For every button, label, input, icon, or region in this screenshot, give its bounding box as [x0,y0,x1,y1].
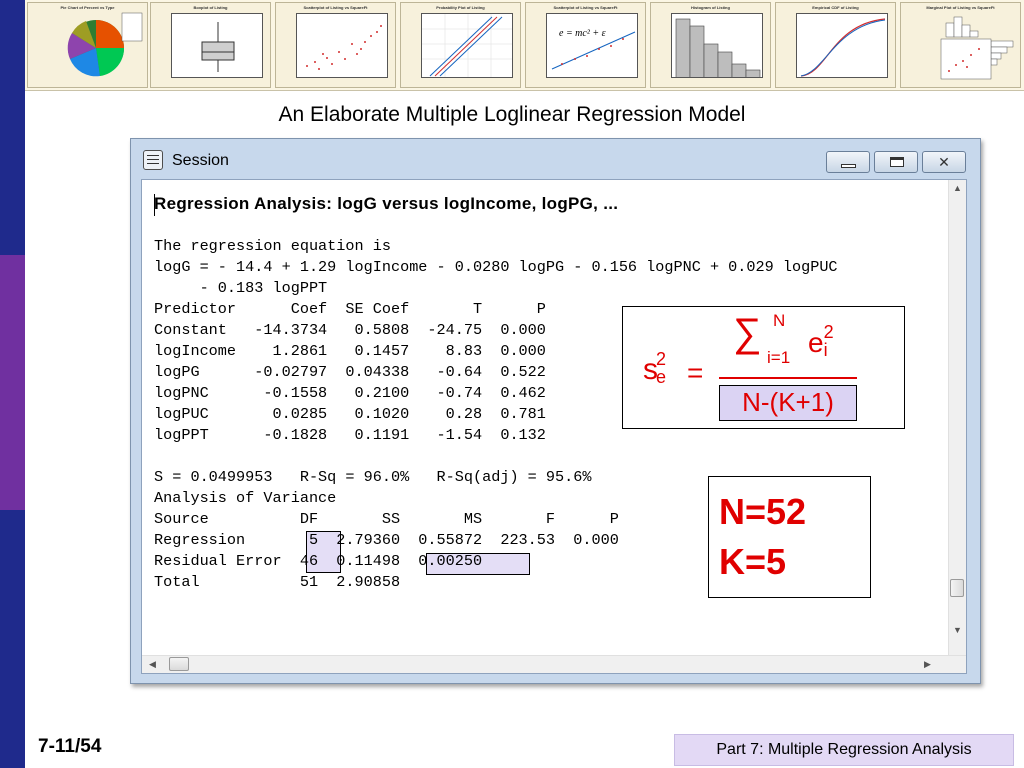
coef-row: logIncome 1.2861 0.1457 8.83 0.000 [154,342,546,360]
boxplot-graphic [201,22,235,72]
thumbnail-histogram: Histogram of Listing [650,2,771,88]
scroll-up-icon[interactable]: ▲ [953,184,962,193]
output-heading: Regression Analysis: logG versus logInco… [154,194,619,213]
equation-line-1: logG = - 14.4 + 1.29 logIncome - 0.0280 … [154,258,838,276]
scroll-left-icon[interactable]: ◀ [149,660,156,669]
equation-line-2: - 0.183 logPPT [154,279,328,297]
anova-row: Residual Error 46 0.11498 0.00250 [154,552,483,570]
summation-upper: N [773,311,786,330]
anova-title: Analysis of Variance [154,489,337,507]
thumbnail-title: Boxplot of Listing [193,5,228,10]
formula-denominator: N-(K+1) [719,385,857,421]
residual-term: e2i [808,322,834,360]
thumbnail-empirical-cdf: Empirical CDF of Listing [775,2,896,88]
thumbnail-scatterplot: Scatterplot of Listing vs SquareFt [275,2,396,88]
horizontal-scrollbar[interactable]: ◀ ▶ [142,655,966,673]
coef-row: logPNC -0.1558 0.2100 -0.74 0.462 [154,384,546,402]
pie-chart-graphic [67,12,143,77]
coef-row: logPG -0.02797 0.04338 -0.64 0.522 [154,363,546,381]
horizontal-scroll-thumb[interactable] [169,657,189,671]
thumbnail-title: Histogram of Listing [691,5,730,10]
coef-row: logPPT -0.1828 0.1191 -1.54 0.132 [154,426,546,444]
scroll-down-icon[interactable]: ▼ [953,626,962,635]
thumbnail-title: Empirical CDF of Listing [812,5,859,10]
window-title: Session [172,152,229,169]
thumbnail-title: Probability Plot of Listing [436,5,485,10]
maximize-button[interactable] [874,151,918,173]
left-stripe-middle [0,255,25,510]
minimize-button[interactable] [826,151,870,173]
minimize-icon [841,164,856,168]
svg-text:e = mc² + ε: e = mc² + ε [559,28,606,39]
scatter-fit-graphic: e = mc² + ε [551,28,636,70]
thumbnail-title: Scatterplot of Listing vs SquareFt [553,5,618,10]
left-stripe-top [0,0,25,255]
cdf-graphic [800,18,886,77]
fraction-bar [719,377,857,379]
slide-number: 7-11/54 [38,736,102,757]
thumbnail-boxplot: Boxplot of Listing [150,2,271,88]
summation-lower: i=1 [767,348,791,367]
vertical-scroll-thumb[interactable] [950,579,964,597]
thumbnail-strip: Pie Chart of Percent vs Type Boxplot of … [25,0,1024,91]
k-value: K=5 [719,541,787,582]
thumbnail-marginal-plot: Marginal Plot of Listing vs SquareFt [900,2,1021,88]
thumbnail-scatterplot-fit: Scatterplot of Listing vs SquareFt e = m… [525,2,646,88]
thumbnail-pie-chart: Pie Chart of Percent vs Type [27,2,148,88]
marginal-plot-graphic [940,16,1014,80]
fit-statistics: S = 0.0499953 R-Sq = 96.0% R-Sq(adj) = 9… [154,468,592,486]
sample-size-box: N=52 K=5 [708,476,871,598]
scatter-graphic [306,25,382,70]
variance-formula-box: s2e = ∑ N i=1 e2i N-(K+1) [622,306,905,429]
histogram-graphic [675,18,761,77]
slide-title: An Elaborate Multiple Loglinear Regressi… [278,103,746,126]
session-icon [143,150,163,170]
thumbnail-title: Scatterplot of Listing vs SquareFt [303,5,368,10]
left-stripe-bottom [0,510,25,768]
formula-equals: = [687,357,704,388]
coef-table-header: Predictor Coef SE Coef T P [154,300,546,318]
coef-row: Constant -14.3734 0.5808 -24.75 0.000 [154,321,546,339]
maximize-icon [890,157,904,167]
coef-row: logPUC 0.0285 0.1020 0.28 0.781 [154,405,546,423]
equation-intro: The regression equation is [154,237,391,255]
anova-row: Total 51 2.90858 [154,573,401,591]
close-button[interactable]: ✕ [922,151,966,173]
formula-lhs: s2e [643,349,667,387]
anova-row: Regression 5 2.79360 0.55872 223.53 0.00… [154,531,619,549]
anova-header: Source DF SS MS F P [154,510,619,528]
footer-label: Part 7: Multiple Regression Analysis [674,734,1014,766]
thumbnail-probability-plot: Probability Plot of Listing [400,2,521,88]
scroll-right-icon[interactable]: ▶ [924,660,931,669]
vertical-scrollbar[interactable]: ▲ ▼ [948,180,966,658]
n-value: N=52 [719,491,807,532]
probability-plot-graphic [422,14,512,77]
summation-symbol: ∑ [733,311,762,355]
close-icon: ✕ [938,154,950,170]
